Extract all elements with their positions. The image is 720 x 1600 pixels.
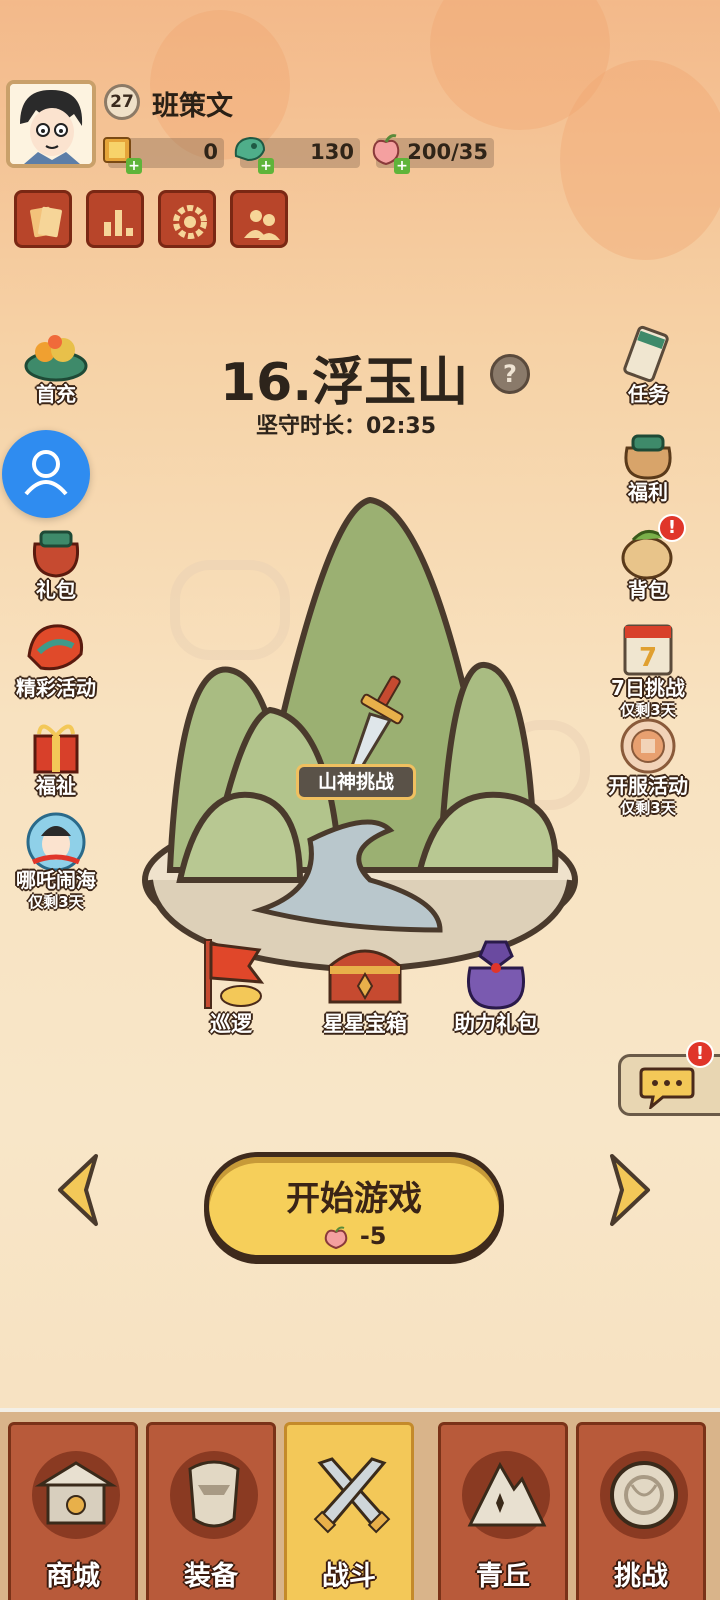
gold-ticket-icon: + [98,130,142,174]
blessing-button[interactable]: 福祉 [6,714,106,799]
patrol-label: 巡逻 [210,1012,252,1036]
svg-text:7: 7 [639,643,657,673]
seven-day-challenge-label: 7日挑战 [611,676,685,700]
tab-shop[interactable]: 商城 [8,1422,138,1600]
backpack-label: 背包 [628,578,668,602]
nezha-icon [21,808,91,872]
seven-day-icon: 7 [613,616,683,680]
lucky-bag-icon [613,420,683,484]
tasks-button[interactable]: 任务 [598,322,698,407]
wonderful-events-label: 精彩活动 [16,676,96,700]
shop-icon [26,1445,126,1545]
server-event-icon [613,714,683,778]
chat-alert-badge: ! [686,1040,714,1068]
tab-equipment[interactable]: 装备 [146,1422,276,1600]
gift-pack-label: 礼包 [36,578,76,602]
benefits-button[interactable]: 福利 [598,420,698,505]
gift-box-icon [21,714,91,778]
start-game-button[interactable]: 开始游戏 -5 [204,1152,504,1260]
resource-peach[interactable]: + 200/35 [372,134,494,174]
star-chest-label: 星星宝箱 [323,1012,407,1036]
challenge-gong-icon [594,1445,694,1545]
backpack-button[interactable]: ! 背包 [598,514,698,603]
first-charge-button[interactable]: 首充 [6,322,106,407]
settings-button[interactable] [158,190,216,248]
chat-bubble-icon [639,1067,695,1109]
next-stage-arrow-icon[interactable] [606,1150,656,1230]
settings-icon [173,205,207,239]
mountain-god-challenge-button[interactable]: 山神挑战 [296,764,416,800]
star-chest-button[interactable]: 星星宝箱 [310,936,420,1038]
tab-battle[interactable]: 战斗 [284,1422,414,1600]
first-charge-label: 首充 [36,382,76,406]
benefits-label: 福利 [628,480,668,504]
stage-help-button[interactable]: ? [490,354,530,394]
assist-pouch-icon [467,940,525,1010]
stamina-value: 200/35 [407,140,488,164]
resource-gold[interactable]: + 0 [103,137,224,174]
ranking-button[interactable] [86,190,144,248]
friends-button[interactable] [230,190,288,248]
player-avatar[interactable] [6,80,96,168]
start-game-label: 开始游戏 [286,1179,422,1219]
previous-stage-arrow-icon[interactable] [52,1150,102,1230]
mountain-shrine-icon [456,1445,556,1545]
add-jade-button[interactable]: + [258,158,274,174]
player-level-badge: 27 [104,84,140,120]
server-event-remaining: 仅剩3天 [620,799,676,817]
player-name: 班策文 [152,91,233,122]
background-lantern [560,60,720,260]
gift-pack-button[interactable]: 礼包 [6,518,106,603]
stage-hold-timer: 坚守时长：02:35 [256,414,437,439]
stage-title: 16.浮玉山 [220,353,469,413]
gift-bag-icon [21,518,91,582]
gold-value: 0 [203,140,218,164]
start-game-cost: -5 [209,1222,499,1250]
blessing-label: 福祉 [36,774,76,798]
add-gold-button[interactable]: + [126,158,142,174]
patrol-flag-icon [204,939,265,1009]
tab-challenge-label: 挑战 [614,1561,668,1592]
backpack-alert-badge: ! [658,514,686,542]
armor-icon [164,1445,264,1545]
server-event-button[interactable]: 开服活动 仅剩3天 [598,714,698,818]
card-icon [30,206,62,238]
ranking-icon [104,210,133,236]
assist-pack-label: 助力礼包 [454,1012,538,1036]
tab-shop-label: 商城 [46,1561,100,1592]
bottom-navigation: 商城 装备 战斗 青丘 挑战 [0,1408,720,1600]
patrol-button[interactable]: 巡逻 [186,936,276,1038]
tab-qingqiu[interactable]: 青丘 [438,1422,568,1600]
wonderful-events-button[interactable]: 精彩活动 [6,616,106,701]
assist-pack-button[interactable]: 助力礼包 [446,932,546,1038]
friends-icon [244,210,280,240]
nezha-event-remaining: 仅剩3天 [28,893,84,911]
avatar-portrait-icon [10,84,92,164]
tab-battle-label: 战斗 [322,1561,376,1592]
start-game-cost-value: -5 [359,1222,387,1250]
user-icon [24,450,68,496]
jade-value: 130 [310,140,354,164]
nezha-event-label: 哪吒闹海 [16,868,96,892]
tab-challenge[interactable]: 挑战 [576,1422,706,1600]
server-event-label: 开服活动 [608,774,688,798]
tab-qingqiu-label: 青丘 [476,1561,530,1592]
dragon-event-icon [21,616,91,680]
nezha-event-button[interactable]: 哪吒闹海 仅剩3天 [6,808,106,912]
jade-dragon-icon: + [230,130,274,174]
star-chest-icon [328,949,402,1004]
peach-cost-icon [325,1226,348,1250]
peach-stamina-icon: + [366,130,410,174]
treasure-bowl-icon [21,322,91,386]
card-button[interactable] [14,190,72,248]
scroll-icon [613,322,683,386]
user-account-float-button[interactable] [2,430,90,518]
crossed-swords-icon [302,1445,402,1545]
tab-equipment-label: 装备 [184,1561,238,1592]
seven-day-challenge-button[interactable]: 7 7日挑战 仅剩3天 [598,616,698,720]
resource-jade[interactable]: + 130 [234,136,360,174]
tasks-label: 任务 [628,382,668,406]
